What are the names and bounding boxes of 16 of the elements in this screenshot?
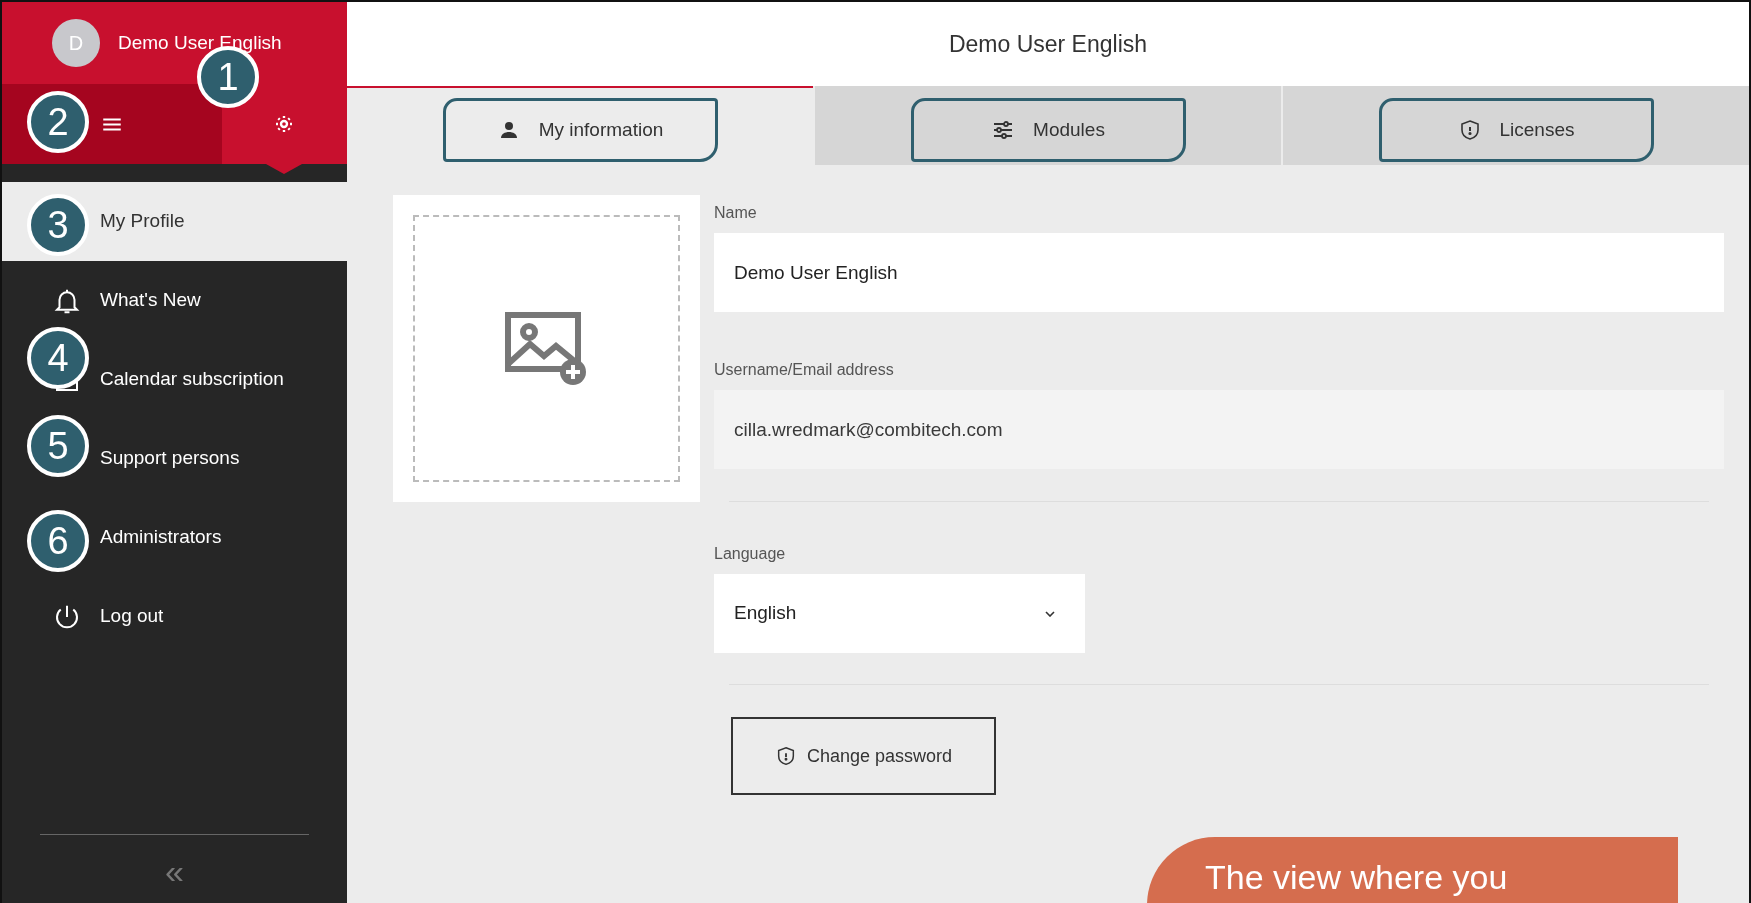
field-label: Language (714, 544, 787, 564)
tab[interactable]: My information (442, 98, 718, 162)
tab[interactable]: Licenses (1378, 98, 1654, 162)
menu-icon (102, 117, 122, 131)
language-select[interactable]: English (714, 574, 1085, 653)
add-image-icon (504, 311, 589, 386)
caret-icon (1045, 610, 1055, 617)
sidebar-item[interactable]: Log out (2, 577, 347, 656)
callout-text: The view where you (1147, 837, 1678, 903)
page-title: Demo User English (948, 29, 1148, 59)
photo-upload-area[interactable] (413, 215, 680, 482)
change-password-button[interactable]: Change password (731, 717, 996, 795)
field-label: Name (714, 203, 758, 223)
input-field[interactable]: Demo User English (714, 233, 1724, 312)
tab[interactable]: Modules (910, 98, 1186, 162)
field-label: Username/Email address (714, 360, 895, 380)
